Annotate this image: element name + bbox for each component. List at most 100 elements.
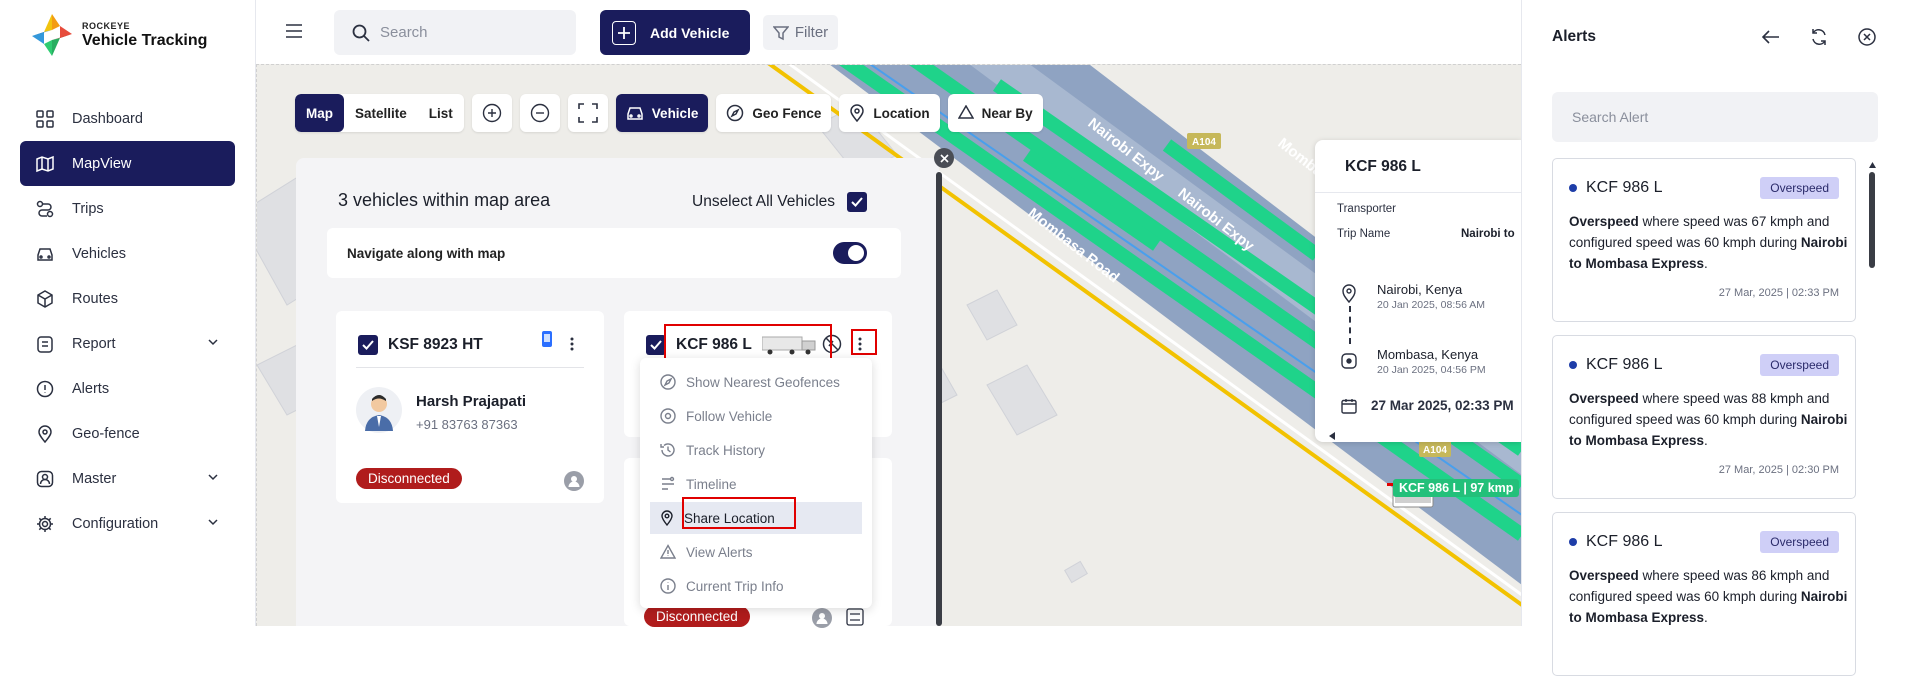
report-icon xyxy=(37,335,53,353)
alert-end: . xyxy=(1704,433,1708,448)
status-badge: Disconnected xyxy=(356,468,462,489)
history-icon xyxy=(660,443,675,457)
warning-icon xyxy=(660,544,676,559)
navigate-with-map-label: Navigate along with map xyxy=(347,245,506,261)
sidebar-item-trips[interactable]: Trips xyxy=(20,186,235,231)
close-icon[interactable] xyxy=(1858,28,1876,46)
location-pin-icon xyxy=(850,104,865,122)
brand-logo[interactable]: ROCKEYE Vehicle Tracking xyxy=(30,12,207,58)
menu-item-label: Track History xyxy=(686,442,766,458)
panel-scrollbar[interactable] xyxy=(936,172,942,626)
satellite-view-button[interactable]: Satellite xyxy=(344,94,418,132)
alert-message: Overspeed where speed was 67 kmph and co… xyxy=(1569,211,1851,274)
more-options-icon[interactable] xyxy=(570,337,574,351)
zoom-in-button[interactable] xyxy=(471,94,512,132)
refresh-icon[interactable] xyxy=(1810,28,1828,46)
calendar-icon xyxy=(1341,399,1357,414)
unselect-all-vehicles[interactable]: Unselect All Vehicles xyxy=(692,192,868,212)
driver-status-icon xyxy=(564,471,584,491)
sidebar-item-label: Master xyxy=(72,470,117,487)
vehicle-info-popup[interactable]: KCF 986 L Transporter Trip Name Nairobi … xyxy=(1315,140,1521,442)
alert-icon xyxy=(36,380,54,397)
navigate-with-map-toggle[interactable] xyxy=(833,242,867,264)
rockeye-logo-icon xyxy=(32,14,72,56)
zoom-out-button[interactable] xyxy=(519,94,560,132)
destination-icon xyxy=(1341,353,1357,369)
location-label: Location xyxy=(873,105,930,121)
alert-card[interactable]: KCF 986 L Overspeed Overspeed where spee… xyxy=(1552,335,1856,499)
close-panel-button[interactable] xyxy=(934,148,954,168)
menu-item-timeline[interactable]: Timeline xyxy=(650,468,862,500)
menu-item-view-alerts[interactable]: View Alerts xyxy=(650,536,862,568)
sidebar-item-label: Trips xyxy=(72,200,104,217)
alert-dot-icon xyxy=(1569,184,1577,192)
menu-item-follow-vehicle[interactable]: Follow Vehicle xyxy=(650,400,862,432)
popup-from-place: Nairobi, Kenya xyxy=(1377,282,1463,297)
vehicle-card[interactable]: KSF 8923 HT Harsh Prajapati +91 83763 87… xyxy=(336,311,604,503)
geo-fence-button[interactable]: Geo Fence xyxy=(716,94,832,132)
near-by-button[interactable]: Near By xyxy=(947,94,1043,132)
sidebar-item-label: Geo-fence xyxy=(72,425,140,442)
vehicle-checkbox[interactable] xyxy=(358,335,378,355)
brand-small: ROCKEYE xyxy=(82,20,131,31)
scroll-up-icon[interactable] xyxy=(1869,162,1876,168)
sidebar: ROCKEYE Vehicle Tracking Dashboard MapVi… xyxy=(0,0,256,626)
brand-name: Vehicle Tracking xyxy=(82,31,208,49)
menu-item-current-trip-info[interactable]: Current Trip Info xyxy=(650,570,862,602)
menu-item-track-history[interactable]: Track History xyxy=(650,434,862,466)
sidebar-item-alerts[interactable]: Alerts xyxy=(20,366,235,411)
alert-message: Overspeed where speed was 86 kmph and co… xyxy=(1569,565,1851,628)
alert-card[interactable]: KCF 986 L Overspeed Overspeed where spee… xyxy=(1552,512,1856,676)
highlight-more-options xyxy=(851,329,877,355)
search-alert-placeholder: Search Alert xyxy=(1572,109,1649,125)
vehicle-filter-button[interactable]: Vehicle xyxy=(615,94,709,132)
sidebar-item-report[interactable]: Report xyxy=(20,321,235,366)
vehicle-checkbox[interactable] xyxy=(646,335,666,355)
menu-item-show-nearest-geofences[interactable]: Show Nearest Geofences xyxy=(650,366,862,398)
vehicle-map-tag[interactable]: KCF 986 L | 97 kmp xyxy=(1393,479,1520,497)
back-arrow-icon[interactable] xyxy=(1762,30,1780,44)
map-view-toggle: Map Satellite List xyxy=(295,94,464,132)
location-button[interactable]: Location xyxy=(839,94,940,132)
routes-icon xyxy=(37,289,53,308)
route-icon xyxy=(846,608,864,626)
search-alert-input[interactable]: Search Alert xyxy=(1552,92,1878,142)
sidebar-item-mapview[interactable]: MapView xyxy=(20,141,235,186)
sidebar-item-routes[interactable]: Routes xyxy=(20,276,235,321)
highlight-share-location xyxy=(682,497,796,529)
compass-icon xyxy=(660,374,676,390)
menu-item-label: Current Trip Info xyxy=(686,578,784,594)
add-vehicle-button[interactable]: Add Vehicle xyxy=(600,10,750,55)
unselect-all-checkbox[interactable] xyxy=(847,192,868,212)
search-input[interactable]: Search xyxy=(334,10,576,55)
list-view-button[interactable]: List xyxy=(418,94,464,132)
geo-fence-label: Geo Fence xyxy=(752,105,822,121)
fullscreen-button[interactable] xyxy=(567,94,608,132)
check-icon xyxy=(650,340,662,350)
sidebar-item-configuration[interactable]: Configuration xyxy=(20,501,235,546)
sidebar-item-dashboard[interactable]: Dashboard xyxy=(20,96,235,141)
sidebar-item-master[interactable]: Master xyxy=(20,456,235,501)
location-pin-icon xyxy=(38,424,52,443)
unselect-all-label: Unselect All Vehicles xyxy=(692,193,836,210)
sidebar-item-label: Vehicles xyxy=(72,245,127,262)
check-icon xyxy=(851,197,863,207)
alert-end: . xyxy=(1704,256,1708,271)
sidebar-item-vehicles[interactable]: Vehicles xyxy=(20,231,235,276)
popup-trip-name-value: Nairobi to xyxy=(1461,228,1515,240)
sidebar-item-label: Routes xyxy=(72,290,118,307)
alert-type-bold: Overspeed xyxy=(1569,568,1639,583)
alerts-scrollbar[interactable] xyxy=(1869,172,1875,268)
hamburger-menu-icon[interactable] xyxy=(286,24,302,38)
map-view-button[interactable]: Map xyxy=(295,94,344,132)
menu-item-label: View Alerts xyxy=(686,544,753,560)
chevron-down-icon xyxy=(208,474,218,481)
sidebar-item-geofence[interactable]: Geo-fence xyxy=(20,411,235,456)
zoom-out-icon xyxy=(530,103,549,123)
scroll-left-icon[interactable] xyxy=(1329,432,1335,440)
alerts-panel: Alerts Search Alert KCF 986 L Overspeed … xyxy=(1521,0,1919,676)
route-icon xyxy=(36,200,54,217)
alert-dot-icon xyxy=(1569,361,1577,369)
filter-button[interactable]: Filter xyxy=(763,15,838,50)
alert-card[interactable]: KCF 986 L Overspeed Overspeed where spee… xyxy=(1552,158,1856,322)
